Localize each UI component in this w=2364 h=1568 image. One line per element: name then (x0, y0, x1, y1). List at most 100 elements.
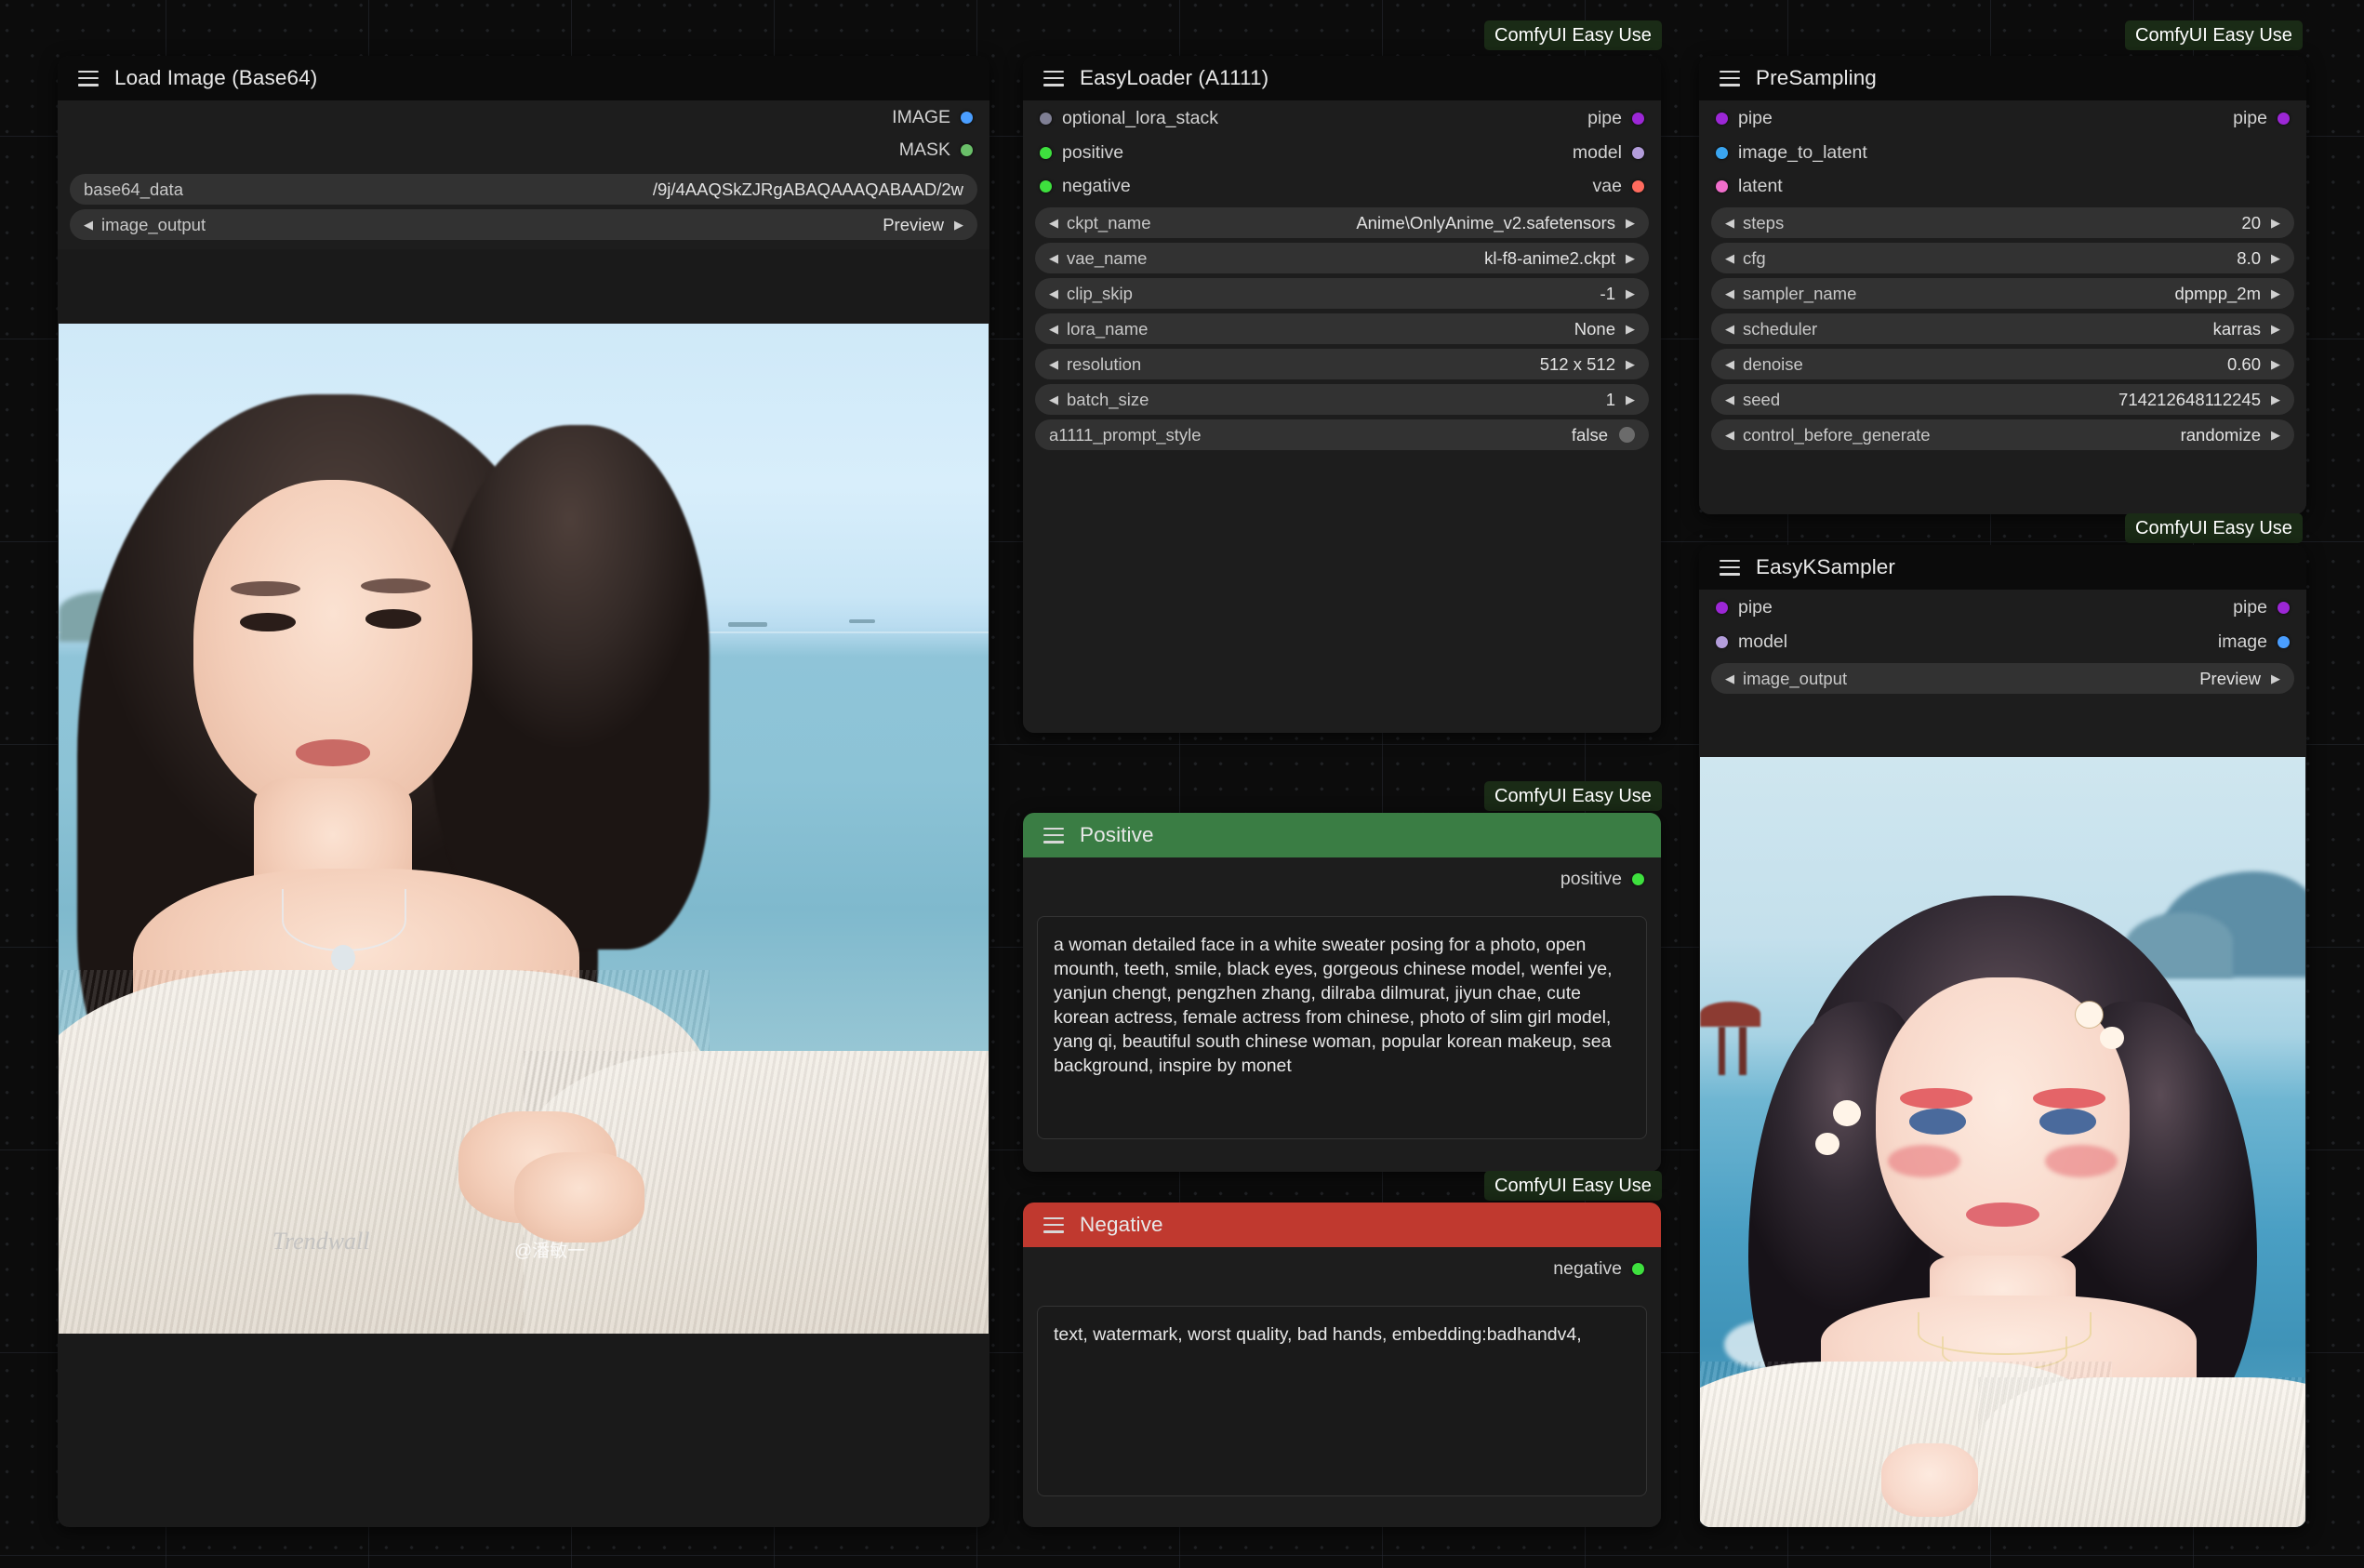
increment-arrow-icon[interactable]: ▶ (1626, 393, 1635, 405)
collapse-menu-icon[interactable] (1043, 1216, 1064, 1233)
widget-steps[interactable]: ◀ steps 20 ▶ (1711, 207, 2294, 238)
negative-prompt-textarea[interactable]: text, watermark, worst quality, bad hand… (1037, 1306, 1647, 1496)
widget-value[interactable]: Preview (883, 215, 944, 235)
slot-row-ks-pipe[interactable]: pipe pipe (1699, 590, 2306, 625)
pipe-output-port-dot[interactable] (2278, 601, 2290, 614)
increment-arrow-icon[interactable]: ▶ (2271, 323, 2280, 335)
widget-value[interactable]: 20 (2241, 213, 2261, 233)
widget-batch-size[interactable]: ◀ batch_size 1 ▶ (1035, 384, 1649, 415)
vae-output-port-dot[interactable] (1632, 179, 1644, 193)
increment-arrow-icon[interactable]: ▶ (1626, 358, 1635, 370)
decrement-arrow-icon[interactable]: ◀ (1725, 358, 1734, 370)
node-easyksampler[interactable]: EasyKSampler pipe pipe model image ◀ ima… (1699, 545, 2306, 1527)
collapse-menu-icon[interactable] (1043, 827, 1064, 844)
pipe-output-port-dot[interactable] (2278, 112, 2290, 125)
slot-row-negative[interactable]: negative vae (1023, 169, 1661, 203)
collapse-menu-icon[interactable] (78, 70, 99, 86)
negative-input-dot[interactable] (1040, 179, 1052, 193)
node-title-bar-load-image[interactable]: Load Image (Base64) (58, 56, 989, 100)
widget-value[interactable]: -1 (1600, 284, 1615, 304)
toggle-switch-knob[interactable] (1619, 427, 1635, 443)
increment-arrow-icon[interactable]: ▶ (1626, 252, 1635, 264)
collapse-menu-icon[interactable] (1720, 559, 1740, 576)
node-load-image-base64[interactable]: Load Image (Base64) IMAGE MASK base64_da… (58, 56, 989, 1527)
decrement-arrow-icon[interactable]: ◀ (1049, 217, 1058, 229)
decrement-arrow-icon[interactable]: ◀ (1725, 393, 1734, 405)
decrement-arrow-icon[interactable]: ◀ (1725, 323, 1734, 335)
widget-cfg[interactable]: ◀ cfg 8.0 ▶ (1711, 243, 2294, 273)
widget-value[interactable]: 512 x 512 (1540, 354, 1615, 375)
output-slot-mask[interactable]: MASK (58, 134, 989, 166)
decrement-arrow-icon[interactable]: ◀ (1049, 252, 1058, 264)
widget-value[interactable]: 1 (1606, 390, 1615, 410)
widget-sampler-name[interactable]: ◀ sampler_name dpmpp_2m ▶ (1711, 278, 2294, 309)
increment-arrow-icon[interactable]: ▶ (954, 219, 963, 231)
widget-value[interactable]: kl-f8-anime2.ckpt (1484, 248, 1615, 269)
image-preview-generated-output[interactable] (1700, 757, 2305, 1527)
positive-input-dot[interactable] (1040, 146, 1052, 159)
image-to-latent-input-dot[interactable] (1716, 146, 1728, 159)
image-output-port-dot[interactable] (2278, 635, 2290, 648)
latent-input-dot[interactable] (1716, 179, 1728, 193)
decrement-arrow-icon[interactable]: ◀ (1049, 358, 1058, 370)
decrement-arrow-icon[interactable]: ◀ (1725, 287, 1734, 299)
slot-row-negative-output[interactable]: negative (1023, 1247, 1661, 1290)
decrement-arrow-icon[interactable]: ◀ (1725, 217, 1734, 229)
widget-value[interactable]: 8.0 (2237, 248, 2261, 269)
collapse-menu-icon[interactable] (1720, 70, 1740, 86)
increment-arrow-icon[interactable]: ▶ (2271, 252, 2280, 264)
widget-value[interactable]: /9j/4AAQSkZJRgABAQAAAQABAAD/2w (653, 179, 963, 200)
positive-prompt-textarea[interactable]: a woman detailed face in a white sweater… (1037, 916, 1647, 1139)
slot-row-pipe[interactable]: pipe pipe (1699, 100, 2306, 136)
decrement-arrow-icon[interactable]: ◀ (1725, 672, 1734, 684)
widget-value[interactable]: None (1574, 319, 1615, 339)
increment-arrow-icon[interactable]: ▶ (2271, 287, 2280, 299)
increment-arrow-icon[interactable]: ▶ (2271, 393, 2280, 405)
pipe-input-dot[interactable] (1716, 112, 1728, 125)
node-positive-prompt[interactable]: Positive positive a woman detailed face … (1023, 813, 1661, 1172)
widget-value[interactable]: Preview (2199, 669, 2261, 689)
node-title-bar-positive[interactable]: Positive (1023, 813, 1661, 857)
node-title-bar-easyloader[interactable]: EasyLoader (A1111) (1023, 56, 1661, 100)
decrement-arrow-icon[interactable]: ◀ (1725, 252, 1734, 264)
comfyui-canvas[interactable]: Load Image (Base64) IMAGE MASK base64_da… (0, 0, 2364, 1568)
image-output-port-dot[interactable] (961, 111, 973, 124)
node-easyloader-a1111[interactable]: EasyLoader (A1111) optional_lora_stack p… (1023, 56, 1661, 733)
positive-output-port-dot[interactable] (1632, 872, 1644, 885)
pipe-input-dot[interactable] (1716, 601, 1728, 614)
increment-arrow-icon[interactable]: ▶ (2271, 217, 2280, 229)
slot-row-image-to-latent[interactable]: image_to_latent (1699, 136, 2306, 169)
model-output-port-dot[interactable] (1632, 146, 1644, 159)
widget-resolution[interactable]: ◀ resolution 512 x 512 ▶ (1035, 349, 1649, 379)
widget-scheduler[interactable]: ◀ scheduler karras ▶ (1711, 313, 2294, 344)
pipe-output-port-dot[interactable] (1632, 112, 1644, 125)
widget-value[interactable]: dpmpp_2m (2174, 284, 2261, 304)
increment-arrow-icon[interactable]: ▶ (1626, 217, 1635, 229)
widget-denoise[interactable]: ◀ denoise 0.60 ▶ (1711, 349, 2294, 379)
collapse-menu-icon[interactable] (1043, 70, 1064, 86)
widget-value[interactable]: randomize (2181, 425, 2261, 445)
decrement-arrow-icon[interactable]: ◀ (1049, 287, 1058, 299)
widget-base64-data[interactable]: base64_data /9j/4AAQSkZJRgABAQAAAQABAAD/… (70, 174, 977, 205)
image-preview-source-photo[interactable]: Trendwall @潘敏一 (59, 324, 989, 1334)
negative-output-port-dot[interactable] (1632, 1262, 1644, 1275)
slot-row-latent[interactable]: latent (1699, 169, 2306, 203)
widget-value[interactable]: 714212648112245 (2118, 390, 2261, 410)
decrement-arrow-icon[interactable]: ◀ (1049, 323, 1058, 335)
widget-value[interactable]: 0.60 (2227, 354, 2261, 375)
decrement-arrow-icon[interactable]: ◀ (1049, 393, 1058, 405)
slot-row-optional-lora-stack[interactable]: optional_lora_stack pipe (1023, 100, 1661, 136)
increment-arrow-icon[interactable]: ▶ (2271, 672, 2280, 684)
widget-a1111-prompt-style[interactable]: a1111_prompt_style false (1035, 419, 1649, 450)
widget-lora-name[interactable]: ◀ lora_name None ▶ (1035, 313, 1649, 344)
node-title-bar-ksampler[interactable]: EasyKSampler (1699, 545, 2306, 590)
slot-row-ks-model[interactable]: model image (1699, 625, 2306, 658)
widget-image-output[interactable]: ◀ image_output Preview ▶ (70, 209, 977, 240)
widget-vae-name[interactable]: ◀ vae_name kl-f8-anime2.ckpt ▶ (1035, 243, 1649, 273)
node-title-bar-presampling[interactable]: PreSampling (1699, 56, 2306, 100)
widget-ckpt-name[interactable]: ◀ ckpt_name Anime\OnlyAnime_v2.safetenso… (1035, 207, 1649, 238)
node-title-bar-negative[interactable]: Negative (1023, 1203, 1661, 1247)
widget-seed[interactable]: ◀ seed 714212648112245 ▶ (1711, 384, 2294, 415)
optional-lora-stack-input-dot[interactable] (1040, 112, 1052, 125)
widget-value[interactable]: karras (2213, 319, 2261, 339)
